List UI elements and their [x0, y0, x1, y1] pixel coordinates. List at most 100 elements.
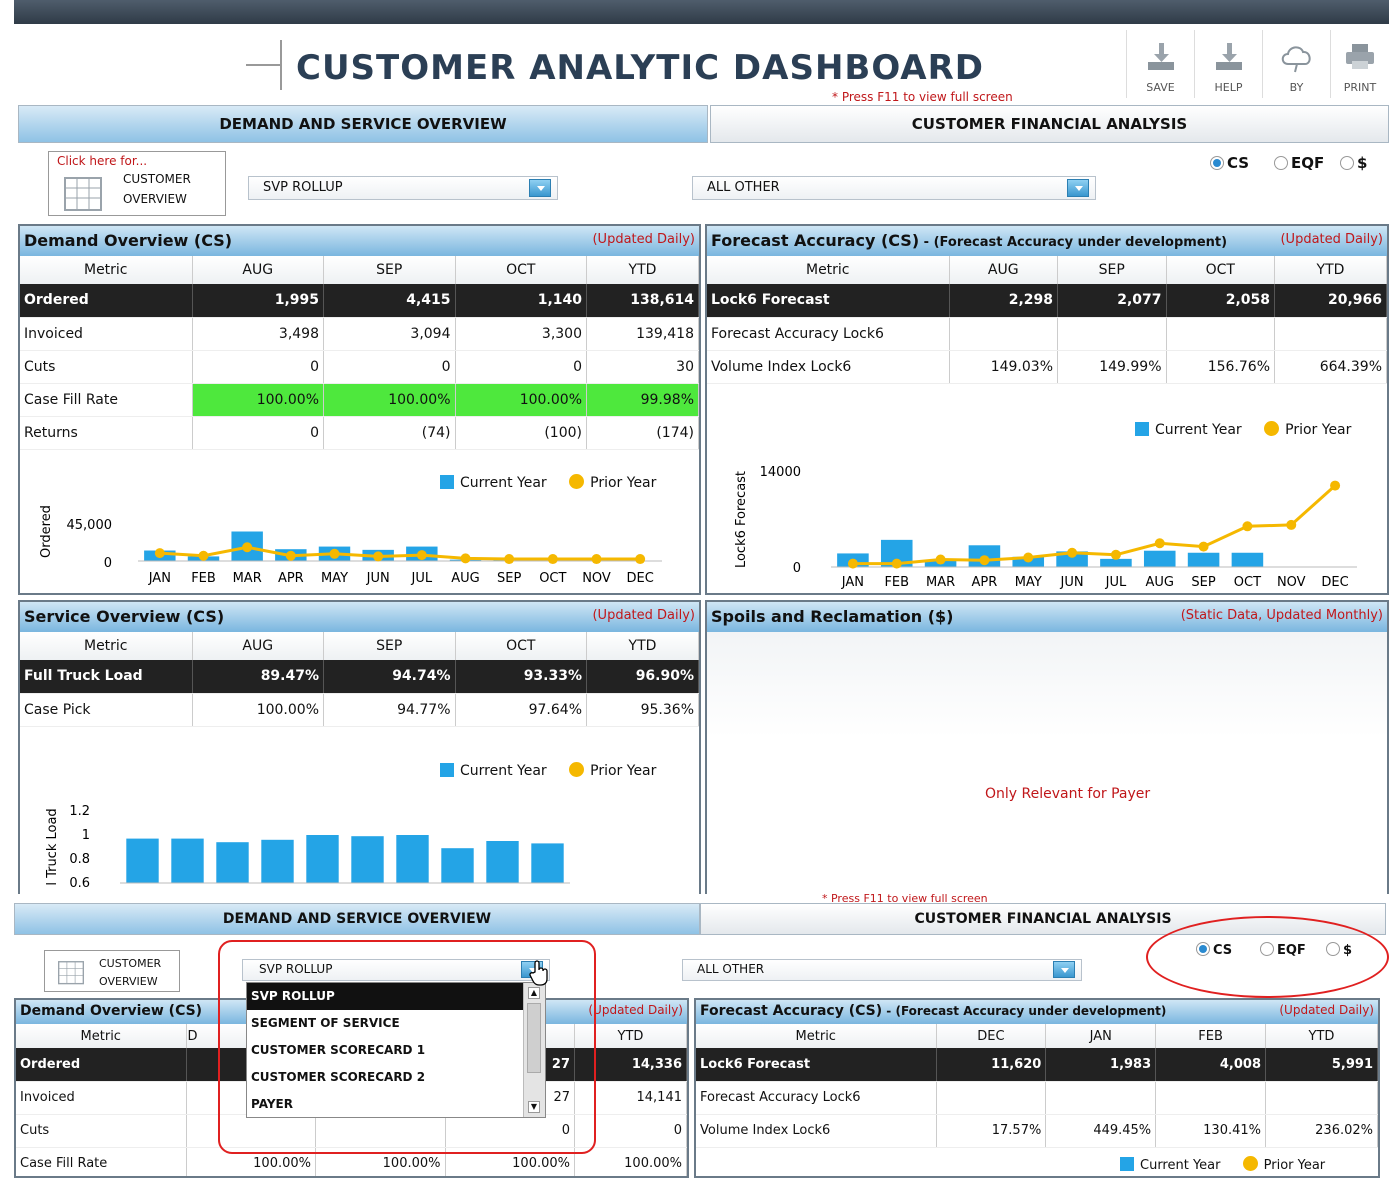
- customer-label: CUSTOMER: [123, 172, 191, 186]
- cell: 449.45%: [1045, 1114, 1157, 1148]
- cell: 138,614: [586, 284, 699, 318]
- point-prior-year: [373, 551, 384, 562]
- table-row: Case Fill Rate 100.00% 100.00% 100.00% 9…: [20, 383, 699, 417]
- radio-eqf[interactable]: EQF: [1274, 154, 1324, 172]
- y-axis-label: Lock6 Forecast: [734, 471, 749, 568]
- col-header: DEC: [936, 1024, 1047, 1048]
- annotation-dropdown-highlight: [218, 940, 596, 1154]
- bar-current-year: [216, 842, 249, 883]
- customer-overview-button[interactable]: Click here for... CUSTOMER OVERVIEW: [48, 151, 226, 216]
- row-metric: Cuts: [16, 1114, 187, 1148]
- cell: [949, 317, 1058, 351]
- service-panel-title: Service Overview (CS): [24, 607, 225, 626]
- radio-cs[interactable]: CS: [1210, 154, 1249, 172]
- cell: [1274, 317, 1387, 351]
- spoils-panel-header: Spoils and Reclamation ($) (Static Data,…: [707, 602, 1387, 632]
- legend-prior: Prior Year: [1263, 1158, 1326, 1173]
- x-tick-label: AUG: [1146, 575, 1174, 590]
- cell: [1155, 1081, 1266, 1115]
- col-header: Metric: [20, 632, 193, 660]
- point-prior-year: [329, 548, 340, 559]
- demand-overview-panel: Demand Overview (CS) (Updated Daily) Met…: [18, 224, 701, 595]
- point-prior-year: [1198, 541, 1209, 552]
- row-metric: Case Fill Rate: [16, 1147, 187, 1176]
- help-label: HELP: [1214, 81, 1243, 94]
- legend-prior: Prior Year: [590, 763, 657, 779]
- tab-demand-service[interactable]: DEMAND AND SERVICE OVERVIEW: [18, 105, 708, 143]
- bar-current-year: [1231, 552, 1264, 567]
- legend-current: Current Year: [460, 763, 547, 779]
- col-header: YTD: [1274, 256, 1387, 284]
- by-label: BY: [1289, 81, 1304, 94]
- rollup-select[interactable]: SVP ROLLUP: [248, 176, 558, 200]
- radio-dollar[interactable]: $: [1340, 154, 1367, 172]
- cell: 5,991: [1265, 1048, 1378, 1082]
- cell: 2,298: [949, 284, 1058, 318]
- overlay-forecast-header: Forecast Accuracy (CS) - (Forecast Accur…: [696, 1000, 1378, 1024]
- cell: 149.99%: [1057, 350, 1167, 384]
- demand-panel-header: Demand Overview (CS) (Updated Daily): [20, 226, 699, 256]
- print-button[interactable]: PRINT: [1330, 30, 1389, 98]
- by-button[interactable]: BY: [1262, 30, 1330, 98]
- row-metric: Forecast Accuracy Lock6: [696, 1081, 937, 1115]
- overlay-other-value: ALL OTHER: [697, 962, 765, 976]
- y-tick-label: 0.6: [69, 876, 90, 891]
- other-select[interactable]: ALL OTHER: [692, 176, 1096, 200]
- cell: 100.00%: [455, 383, 587, 417]
- row-metric: Cuts: [20, 350, 193, 384]
- overlay-tab-demand-service[interactable]: DEMAND AND SERVICE OVERVIEW: [14, 903, 700, 935]
- forecast-panel-header: Forecast Accuracy (CS) - (Forecast Accur…: [707, 226, 1387, 256]
- service-table: Metric AUG SEP OCT YTD Full Truck Load 8…: [20, 632, 699, 727]
- click-here-label: Click here for...: [57, 154, 148, 168]
- cell: 100.00%: [323, 383, 456, 417]
- forecast-chart: Lock6 Forecast 14000 0 JAN FEB MAR APR MAY JUN JU…: [734, 465, 1357, 590]
- point-prior-year: [847, 558, 858, 569]
- x-tick-label: JAN: [148, 571, 171, 586]
- fullscreen-hint: * Press F11 to view full screen: [832, 90, 1013, 104]
- row-metric: Case Pick: [20, 693, 193, 727]
- x-tick-label: DEC: [627, 571, 654, 586]
- chevron-down-icon[interactable]: [1067, 179, 1089, 197]
- annotation-units-highlight: [1146, 916, 1389, 998]
- radio-dot-icon: [1274, 156, 1288, 170]
- overlay-customer-overview-button[interactable]: CUSTOMER OVERVIEW: [44, 950, 180, 992]
- row-metric: Returns: [20, 416, 193, 450]
- legend-prior: Prior Year: [590, 475, 657, 491]
- x-tick-label: FEB: [884, 575, 909, 590]
- spoils-message: Only Relevant for Payer: [985, 786, 1151, 802]
- x-tick-label: APR: [278, 571, 304, 586]
- help-button[interactable]: HELP: [1194, 30, 1262, 98]
- current-year-swatch: [1120, 1157, 1134, 1171]
- demand-panel-title: Demand Overview (CS): [24, 231, 233, 250]
- tab-customer-financial[interactable]: CUSTOMER FINANCIAL ANALYSIS: [710, 105, 1389, 143]
- cell: 17.57%: [936, 1114, 1047, 1148]
- cell: 30: [586, 350, 699, 384]
- radio-dot-icon: [1210, 156, 1224, 170]
- point-prior-year: [504, 554, 515, 565]
- chevron-down-icon[interactable]: [1053, 961, 1075, 978]
- bar-current-year: [171, 838, 204, 883]
- chevron-down-icon[interactable]: [529, 179, 551, 197]
- spoils-updated-note: (Static Data, Updated Monthly): [1180, 608, 1383, 623]
- forecast-table: Metric AUG SEP OCT YTD Lock6 Forecast 2,…: [707, 256, 1387, 384]
- forecast-panel-title: Forecast Accuracy (CS): [711, 231, 920, 250]
- overlay-other-select[interactable]: ALL OTHER: [682, 959, 1082, 981]
- x-tick-label: APR: [972, 575, 998, 590]
- save-button[interactable]: SAVE: [1126, 30, 1194, 98]
- x-tick-label: JAN: [841, 575, 864, 590]
- cell: [1166, 317, 1275, 351]
- point-prior-year: [935, 554, 946, 565]
- demand-table: Metric AUG SEP OCT YTD Ordered 1,995 4,4…: [20, 256, 699, 450]
- cell: 94.74%: [323, 660, 456, 694]
- cell: 94.77%: [323, 693, 456, 727]
- col-header: Metric: [707, 256, 950, 284]
- cell: 139,418: [586, 317, 699, 351]
- overlay-forecast-title: Forecast Accuracy (CS): [700, 1003, 883, 1019]
- table-row: Forecast Accuracy Lock6: [707, 317, 1387, 351]
- col-header: AUG: [192, 256, 324, 284]
- table-row: Volume Index Lock6 149.03% 149.99% 156.7…: [707, 350, 1387, 384]
- current-year-swatch: [1135, 422, 1149, 436]
- radio-cs-label: CS: [1227, 154, 1250, 172]
- point-prior-year: [154, 548, 165, 559]
- current-year-swatch: [440, 763, 454, 777]
